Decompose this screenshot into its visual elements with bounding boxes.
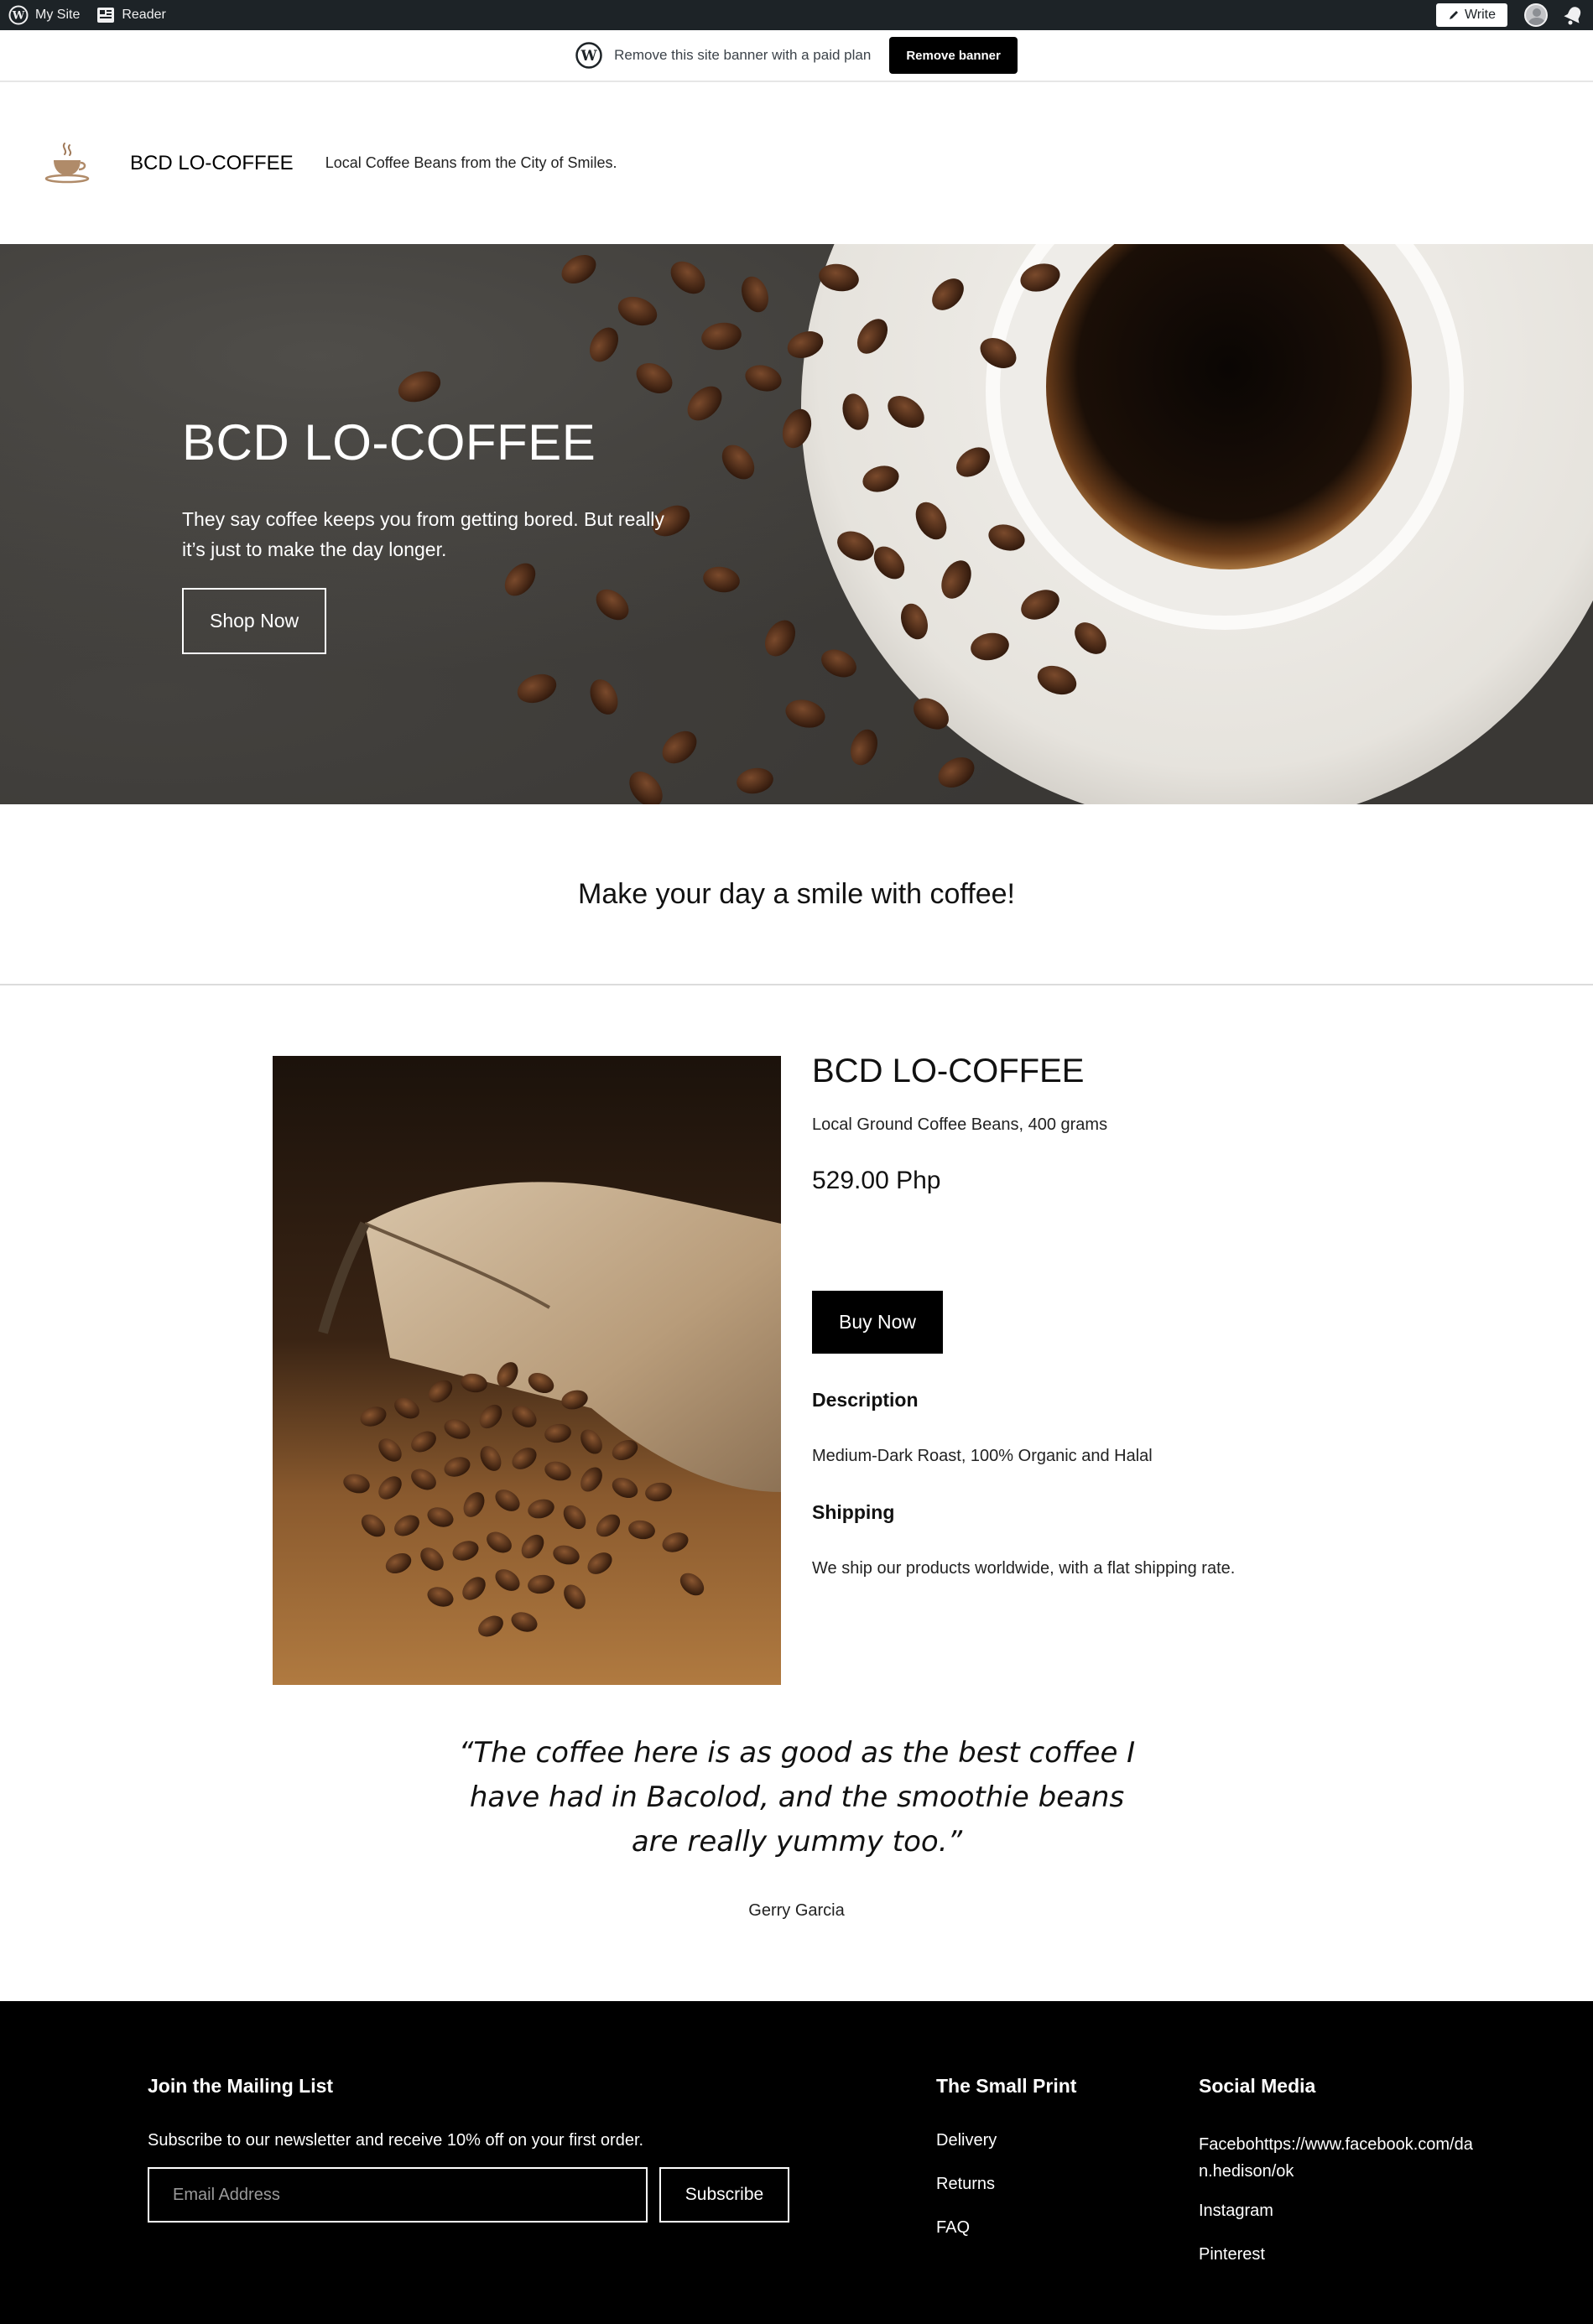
social-media-column: Social Media Facebohttps://www.facebook.… (1199, 2075, 1476, 2289)
coffee-cup-logo[interactable] (42, 138, 92, 189)
reader-link[interactable]: Reader (88, 0, 174, 30)
product-subtitle: Local Ground Coffee Beans, 400 grams (812, 1115, 1108, 1134)
small-print-column: The Small Print Delivery Returns FAQ (936, 2075, 1076, 2262)
site-footer: Join the Mailing List Subscribe to our n… (0, 2001, 1593, 2324)
my-site-link[interactable]: W My Site (0, 0, 88, 30)
mailing-list-column: Join the Mailing List Subscribe to our n… (148, 2075, 789, 2223)
shop-now-button[interactable]: Shop Now (182, 588, 327, 654)
mailing-list-heading: Join the Mailing List (148, 2075, 334, 2097)
wordpress-logo-icon: W (575, 42, 602, 69)
hero-cover: BCD LO-COFFEE They say coffee keeps you … (0, 244, 1593, 804)
coffee-bag-beans-image (273, 1056, 781, 1685)
reader-icon (97, 8, 115, 23)
shipping-heading: Shipping (812, 1501, 895, 1523)
intro-heading: Make your day a smile with coffee! (0, 804, 1593, 985)
admin-bar: W My Site Reader Write (0, 0, 1593, 30)
social-media-heading: Social Media (1199, 2075, 1316, 2097)
email-input[interactable] (148, 2167, 648, 2223)
notifications-bell-icon[interactable] (1563, 4, 1585, 26)
product-image (273, 1056, 781, 1685)
facebook-link[interactable]: Facebohttps://www.facebook.com/dan.hedis… (1199, 2131, 1476, 2185)
site-header: BCD LO-COFFEE Local Coffee Beans from th… (0, 82, 1593, 244)
hero-title: BCD LO-COFFEE (182, 414, 596, 471)
description-text: Medium-Dark Roast, 100% Organic and Hala… (812, 1447, 1153, 1465)
subscribe-button[interactable]: Subscribe (659, 2167, 789, 2223)
small-print-heading: The Small Print (936, 2075, 1077, 2097)
banner-text: Remove this site banner with a paid plan (614, 47, 872, 63)
shipping-text: We ship our products worldwide, with a f… (812, 1559, 1236, 1578)
my-site-label: My Site (35, 8, 81, 22)
svg-text:W: W (12, 10, 25, 23)
pen-icon (1449, 11, 1458, 19)
wordpress-icon: W (8, 5, 29, 25)
site-banner: W Remove this site banner with a paid pl… (0, 30, 1593, 82)
write-label: Write (1464, 8, 1496, 22)
subscribe-form: Subscribe (148, 2167, 789, 2223)
description-heading: Description (812, 1389, 919, 1411)
site-tagline: Local Coffee Beans from the City of Smil… (325, 154, 617, 171)
reader-label: Reader (122, 8, 166, 22)
product-title: BCD LO-COFFEE (812, 1053, 1085, 1089)
faq-link[interactable]: FAQ (936, 2218, 1076, 2237)
write-button[interactable]: Write (1435, 3, 1507, 27)
product-price: 529.00 Php (812, 1167, 941, 1194)
remove-banner-button[interactable]: Remove banner (889, 37, 1018, 74)
instagram-link[interactable]: Instagram (1199, 2202, 1476, 2220)
testimonial-quote: “The coffee here is as good as the best … (458, 1736, 1136, 1859)
hero-text: BCD LO-COFFEE They say coffee keeps you … (182, 415, 669, 654)
pinterest-link[interactable]: Pinterest (1199, 2245, 1476, 2264)
admin-bar-right: Write (1435, 0, 1593, 30)
returns-link[interactable]: Returns (936, 2175, 1076, 2193)
hero-subtitle: They say coffee keeps you from getting b… (182, 508, 664, 560)
site-title[interactable]: BCD LO-COFFEE (130, 152, 294, 175)
avatar[interactable] (1524, 3, 1548, 27)
buy-now-button[interactable]: Buy Now (812, 1291, 944, 1354)
delivery-link[interactable]: Delivery (936, 2131, 1076, 2150)
product-details: BCD LO-COFFEE Local Ground Coffee Beans,… (812, 1053, 1332, 1614)
svg-text:W: W (580, 48, 598, 65)
mailing-list-text: Subscribe to our newsletter and receive … (148, 2131, 644, 2150)
testimonial-author: Gerry Garcia (748, 1901, 845, 1920)
